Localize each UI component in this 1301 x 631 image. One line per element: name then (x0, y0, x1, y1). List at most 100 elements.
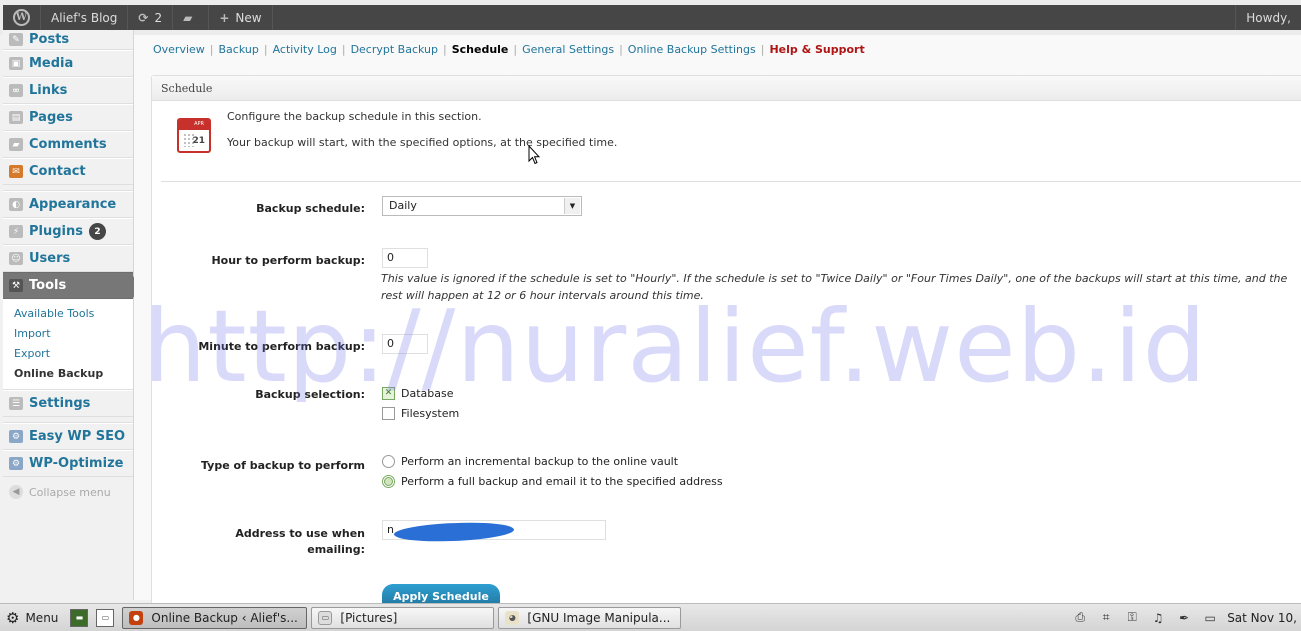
menu-item-wp-optimize[interactable]: ⚙ WP-Optimize (3, 450, 133, 477)
menu-label: Tools (29, 278, 67, 293)
task-online-backup[interactable]: ● Online Backup ‹ Alief's... (122, 606, 308, 629)
submenu-import[interactable]: Import (3, 323, 133, 343)
minute-label: Minute to perform backup: (198, 340, 365, 353)
minute-input[interactable]: 0 (382, 334, 428, 354)
task-pictures[interactable]: ▭ [Pictures] (311, 606, 495, 629)
comment-bubble-icon: ▰ (183, 10, 193, 25)
selection-label: Backup selection: (255, 388, 365, 401)
menu-label: Media (29, 56, 74, 71)
incremental-label: Perform an incremental backup to the onl… (401, 454, 679, 468)
network-icon[interactable]: ⚿ (1123, 610, 1141, 626)
tools-submenu: Available Tools Import Export Online Bac… (3, 299, 133, 390)
link-icon: ∞ (9, 84, 23, 97)
submenu-available-tools[interactable]: Available Tools (3, 303, 133, 323)
option-filesystem[interactable]: Filesystem (382, 403, 459, 423)
clock[interactable]: Sat Nov 10, (1227, 611, 1297, 625)
task-gimp[interactable]: ◕ [GNU Image Manipula... (498, 606, 682, 629)
calendar-day: 21 (192, 136, 205, 146)
file-manager-icon[interactable]: ▭ (96, 608, 115, 627)
media-icon: ▣ (9, 57, 23, 70)
new-content-button[interactable]: + New (209, 5, 273, 30)
mouse-cursor-icon (528, 145, 540, 165)
battery-icon[interactable]: ▭ (1201, 610, 1219, 626)
start-menu-button[interactable]: ⚙ Menu (0, 604, 66, 631)
schedule-select-wrap: Daily ▼ (382, 196, 582, 216)
gear-icon: ⚙ (6, 608, 20, 627)
hour-input[interactable]: 0 (382, 248, 428, 268)
submenu-online-backup[interactable]: Online Backup (3, 363, 133, 383)
menu-item-easy-wp-seo[interactable]: ⚙ Easy WP SEO (3, 423, 133, 450)
menu-label: Settings (29, 396, 91, 411)
menu-item-pages[interactable]: ▤ Pages (3, 104, 133, 131)
page-icon: ▤ (9, 111, 23, 124)
howdy-account-menu[interactable]: Howdy, (1235, 5, 1301, 30)
wordpress-icon: W (13, 9, 30, 26)
menu-item-media[interactable]: ▣ Media (3, 50, 133, 77)
option-database[interactable]: ✕ Database (382, 383, 459, 403)
collapse-label: Collapse menu (29, 485, 111, 499)
menu-label: Comments (29, 137, 107, 152)
intro-text-2: Your backup will start, with the specifi… (227, 136, 618, 149)
main-content: Overview | Backup | Activity Log | Decrypt … (134, 35, 1301, 615)
selection-options: ✕ Database Filesystem (382, 383, 459, 423)
database-label: Database (401, 386, 454, 400)
menu-item-plugins[interactable]: ⚡ Plugins 2 (3, 218, 133, 245)
wp-logo-button[interactable]: W (3, 5, 41, 30)
desktop-taskbar: ⚙ Menu ▬ ▭ ● Online Backup ‹ Alief's... … (0, 603, 1301, 631)
updates-button[interactable]: ⟳ 2 (128, 5, 174, 30)
network-settings-icon[interactable]: ⌗ (1097, 610, 1115, 626)
updates-count: 2 (154, 10, 163, 25)
collapse-menu-button[interactable]: ◀ Collapse menu (3, 477, 133, 499)
nav-activity-log[interactable]: Activity Log (273, 43, 337, 56)
admin-bar-inner: W Alief's Blog ⟳ 2 ▰ + New Howdy, (3, 5, 1301, 30)
menu-item-appearance[interactable]: ◐ Appearance (3, 191, 133, 218)
optimize-gear-icon: ⚙ (9, 457, 23, 470)
firefox-icon: ● (129, 610, 144, 625)
option-full[interactable]: Perform a full backup and email it to th… (382, 471, 723, 491)
howdy-text: Howdy, (1246, 10, 1291, 25)
settings-icon: ☰ (9, 397, 23, 410)
menu-item-tools[interactable]: ⚒ Tools (3, 272, 141, 299)
volume-icon[interactable]: ♫ (1149, 610, 1167, 626)
panel-intro: APR 21 Configure the backup schedule in … (161, 110, 1301, 182)
admin-menu: ✎ Posts ▣ Media ∞ Links ▤ Pages ▰ Commen… (3, 30, 141, 600)
filesystem-checkbox[interactable] (382, 406, 395, 420)
nav-overview[interactable]: Overview (153, 43, 205, 56)
new-label: New (235, 10, 262, 25)
option-incremental[interactable]: Perform an incremental backup to the onl… (382, 451, 723, 471)
nav-backup[interactable]: Backup (219, 43, 259, 56)
pen-icon[interactable]: ✒ (1175, 610, 1193, 626)
menu-item-settings[interactable]: ☰ Settings (3, 390, 133, 417)
site-name: Alief's Blog (51, 10, 118, 25)
task-label: Online Backup ‹ Alief's... (151, 610, 298, 625)
backup-subnav: Overview | Backup | Activity Log | Decrypt … (153, 43, 865, 56)
type-label: Type of backup to perform (200, 459, 365, 472)
nav-help-support[interactable]: Help & Support (769, 43, 864, 56)
printer-icon[interactable]: ⎙ (1071, 610, 1089, 626)
menu-item-posts[interactable]: ✎ Posts (3, 30, 133, 50)
email-label: Address to use when emailing: (165, 526, 365, 558)
menu-label: WP-Optimize (29, 456, 124, 471)
database-checkbox[interactable]: ✕ (382, 386, 395, 400)
nav-decrypt-backup[interactable]: Decrypt Backup (351, 43, 438, 56)
pin-icon: ✎ (9, 33, 23, 46)
hour-note: This value is ignored if the schedule is… (381, 272, 1288, 302)
minute-field-wrap: 0 (382, 334, 428, 354)
nav-general-settings[interactable]: General Settings (522, 43, 614, 56)
incremental-radio[interactable] (382, 454, 395, 468)
plus-icon: + (219, 10, 230, 25)
site-name-link[interactable]: Alief's Blog (41, 5, 129, 30)
schedule-selected-value: Daily (389, 199, 417, 212)
admin-bar: W Alief's Blog ⟳ 2 ▰ + New Howdy, (0, 0, 1301, 35)
menu-item-links[interactable]: ∞ Links (3, 77, 133, 104)
terminal-icon[interactable]: ▬ (70, 608, 89, 627)
menu-item-comments[interactable]: ▰ Comments (3, 131, 133, 158)
menu-item-users[interactable]: ☺ Users (3, 245, 133, 272)
menu-label: Plugins (29, 224, 83, 239)
menu-item-contact[interactable]: ✉ Contact (3, 158, 133, 185)
comments-button[interactable]: ▰ (173, 5, 210, 30)
schedule-select[interactable]: Daily ▼ (382, 196, 582, 216)
full-backup-radio[interactable] (382, 474, 395, 488)
submenu-export[interactable]: Export (3, 343, 133, 363)
nav-online-backup-settings[interactable]: Online Backup Settings (628, 43, 756, 56)
